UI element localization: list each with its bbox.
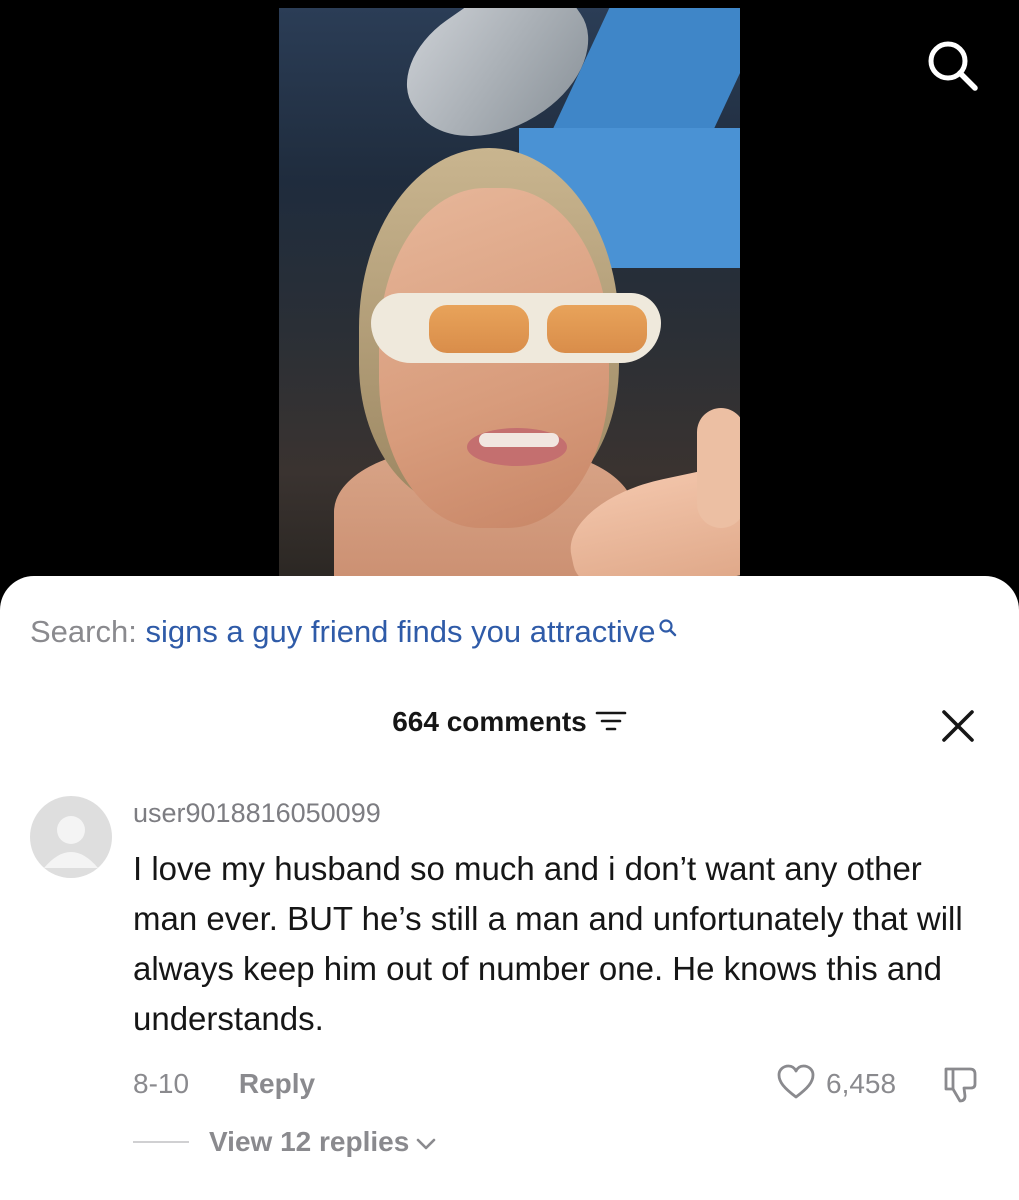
- video-teeth: [479, 433, 559, 447]
- video-lens-right: [547, 305, 647, 353]
- comments-count: 664 comments: [392, 706, 587, 737]
- close-icon[interactable]: [938, 706, 978, 746]
- search-icon[interactable]: [925, 38, 979, 92]
- view-replies-label[interactable]: View 12 replies: [209, 1126, 409, 1158]
- search-icon: [658, 610, 678, 646]
- comment-meta: 8-10 Reply: [133, 1068, 315, 1100]
- view-replies-button[interactable]: View 12 replies: [133, 1126, 437, 1158]
- like-button[interactable]: 6,458: [776, 1064, 896, 1104]
- filter-icon[interactable]: [595, 708, 627, 740]
- comment-text: I love my husband so much and i don’t wa…: [133, 850, 963, 1037]
- chevron-down-icon: [415, 1126, 437, 1158]
- thumbs-down-icon[interactable]: [940, 1064, 980, 1104]
- video-player[interactable]: [0, 0, 1019, 600]
- comments-header: 664 comments: [0, 706, 1019, 740]
- reply-button[interactable]: Reply: [239, 1068, 315, 1100]
- video-frame[interactable]: [279, 8, 740, 588]
- video-lens-left: [429, 305, 529, 353]
- like-count: 6,458: [826, 1068, 897, 1099]
- search-query-link[interactable]: signs a guy friend finds you attractive: [145, 614, 655, 649]
- search-suggestion[interactable]: Search: signs a guy friend finds you att…: [30, 614, 678, 650]
- comments-sheet: Search: signs a guy friend finds you att…: [0, 576, 1019, 1200]
- comment-username[interactable]: user9018816050099: [133, 798, 381, 829]
- replies-divider: [133, 1141, 189, 1143]
- heart-icon[interactable]: [776, 1063, 816, 1106]
- comment-date: 8-10: [133, 1068, 190, 1099]
- avatar[interactable]: [30, 796, 112, 878]
- video-thumb: [697, 408, 740, 528]
- search-prefix: Search:: [30, 614, 146, 649]
